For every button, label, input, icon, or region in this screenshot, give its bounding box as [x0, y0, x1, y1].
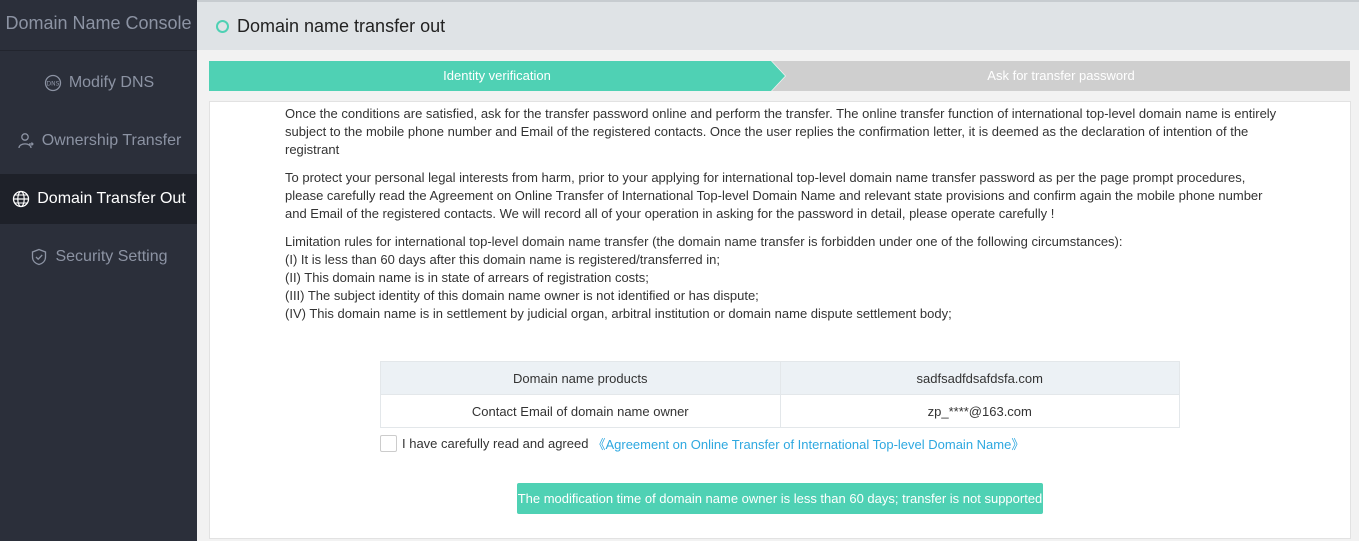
agreement-link[interactable]: 《Agreement on Online Transfer of Interna…	[592, 434, 1024, 453]
circle-marker-icon	[216, 19, 229, 33]
shield-check-icon	[29, 247, 49, 267]
sidebar-item-security-setting[interactable]: Security Setting	[0, 232, 197, 282]
agree-checkbox[interactable]	[380, 434, 397, 452]
sidebar-item-label: Domain Transfer Out	[37, 190, 186, 207]
domain-info-table: Domain name products sadfsadfdsafdsfa.co…	[380, 361, 1180, 428]
rule-item: (III) The subject identity of this domai…	[285, 288, 759, 303]
sidebar-item-label: Security Setting	[55, 248, 168, 265]
page-header: Domain name transfer out	[197, 0, 1359, 50]
sidebar-item-label: Modify DNS	[68, 74, 155, 91]
table-row: Domain name products sadfsadfdsafdsfa.co…	[380, 361, 1180, 395]
rules-intro: Limitation rules for international top-l…	[285, 234, 1123, 249]
main-area: Domain name transfer out Identity verifi…	[197, 0, 1359, 541]
rule-item: (II) This domain name is in state of arr…	[285, 270, 649, 285]
user-transfer-icon	[16, 131, 36, 151]
page-title: Domain name transfer out	[237, 15, 446, 36]
transfer-not-supported-button[interactable]: The modification time of domain name own…	[517, 483, 1043, 514]
sidebar-item-modify-dns[interactable]: DNS Modify DNS	[0, 58, 197, 108]
step-ask-transfer-password: Ask for transfer password	[772, 61, 1350, 91]
step-progress: Identity verification Ask for transfer p…	[209, 61, 1350, 91]
rule-item: (IV) This domain name is in settlement b…	[285, 306, 952, 321]
content-panel: Once the conditions are satisfied, ask f…	[209, 101, 1351, 539]
table-cell-label: Domain name products	[380, 361, 781, 395]
agreement-row: I have carefully read and agreed 《Agreem…	[380, 433, 1024, 453]
step-identity-verification: Identity verification	[209, 61, 785, 91]
sidebar-item-ownership-transfer[interactable]: Ownership Transfer	[0, 116, 197, 166]
globe-icon	[11, 189, 31, 209]
table-cell-value: sadfsadfdsafdsfa.com	[779, 361, 1180, 395]
sidebar: Domain Name Console DNS Modify DNS Owner…	[0, 0, 197, 541]
sidebar-item-label: Ownership Transfer	[41, 132, 182, 149]
svg-text:DNS: DNS	[46, 81, 59, 88]
sidebar-title: Domain Name Console	[0, 0, 197, 51]
rule-item: (I) It is less than 60 days after this d…	[285, 252, 720, 267]
table-cell-label: Contact Email of domain name owner	[380, 394, 781, 428]
dns-icon: DNS	[43, 73, 63, 93]
intro-paragraph: Once the conditions are satisfied, ask f…	[285, 106, 1277, 157]
limitation-rules: Limitation rules for international top-l…	[285, 233, 1285, 323]
table-cell-value: zp_****@163.com	[779, 394, 1180, 428]
table-row: Contact Email of domain name owner zp_**…	[380, 394, 1180, 428]
agreement-text: I have carefully read and agreed	[402, 435, 589, 451]
warning-paragraph: To protect your personal legal interests…	[285, 170, 1263, 221]
sidebar-item-domain-transfer-out[interactable]: Domain Transfer Out	[0, 174, 197, 224]
